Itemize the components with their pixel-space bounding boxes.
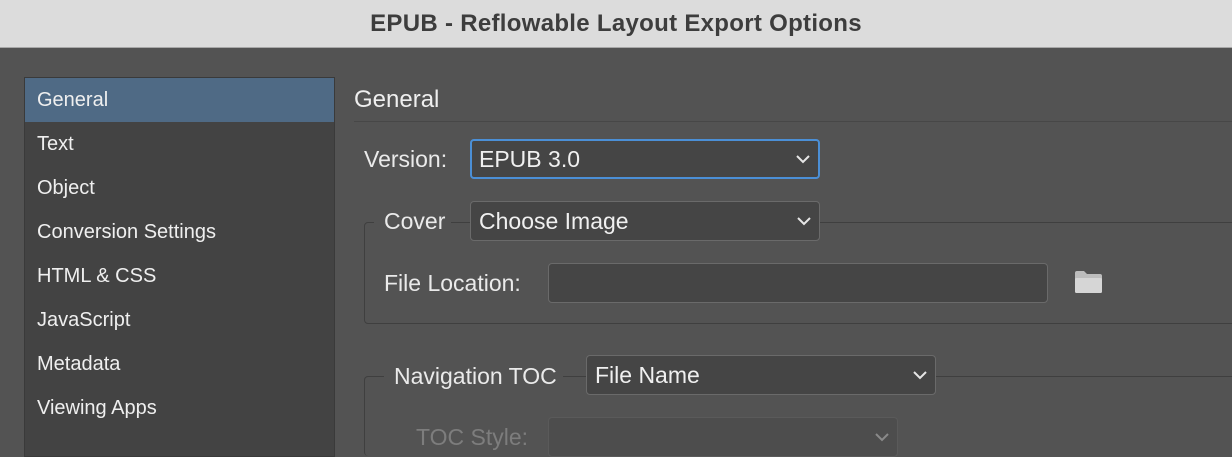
sidebar-item-general[interactable]: General bbox=[25, 78, 334, 122]
sidebar-item-label: Metadata bbox=[37, 352, 121, 375]
sidebar-item-javascript[interactable]: JavaScript bbox=[25, 298, 334, 342]
cover-select-value: Choose Image bbox=[479, 207, 629, 234]
folder-icon[interactable] bbox=[1074, 270, 1103, 294]
navigation-toc-select[interactable]: File Name bbox=[586, 355, 936, 395]
sidebar-item-label: Viewing Apps bbox=[37, 396, 157, 419]
sidebar-item-label: Object bbox=[37, 176, 95, 199]
sidebar-item-object[interactable]: Object bbox=[25, 166, 334, 210]
chevron-down-icon bbox=[905, 370, 935, 380]
sidebar-item-label: JavaScript bbox=[37, 308, 131, 331]
navigation-toc-select-value: File Name bbox=[595, 361, 700, 388]
file-location-label: File Location: bbox=[384, 270, 521, 296]
title-bar: EPUB - Reflowable Layout Export Options bbox=[0, 0, 1232, 48]
cover-select[interactable]: Choose Image bbox=[470, 201, 820, 241]
version-select[interactable]: EPUB 3.0 bbox=[470, 139, 820, 179]
section-title: General bbox=[354, 86, 440, 113]
navigation-toc-label: Navigation TOC bbox=[384, 363, 563, 390]
sidebar-item-label: Text bbox=[37, 132, 74, 155]
sidebar-item-label: Conversion Settings bbox=[37, 220, 216, 243]
sidebar-item-label: HTML & CSS bbox=[37, 264, 157, 287]
sidebar-item-viewing-apps[interactable]: Viewing Apps bbox=[25, 386, 334, 430]
toc-style-select[interactable] bbox=[548, 417, 898, 457]
version-select-value: EPUB 3.0 bbox=[479, 145, 580, 172]
version-label: Version: bbox=[364, 146, 448, 172]
chevron-down-icon bbox=[789, 216, 819, 226]
cover-label: Cover bbox=[374, 208, 452, 235]
chevron-down-icon bbox=[867, 432, 897, 442]
section-divider bbox=[354, 121, 1232, 122]
chevron-down-icon bbox=[788, 154, 818, 164]
sidebar-item-label: General bbox=[37, 88, 109, 111]
window-title: EPUB - Reflowable Layout Export Options bbox=[370, 9, 862, 37]
sidebar-item-metadata[interactable]: Metadata bbox=[25, 342, 334, 386]
category-sidebar: General Text Object Conversion Settings … bbox=[24, 77, 335, 457]
toc-style-label: TOC Style: bbox=[416, 424, 529, 450]
sidebar-item-conversion-settings[interactable]: Conversion Settings bbox=[25, 210, 334, 254]
sidebar-item-html-css[interactable]: HTML & CSS bbox=[25, 254, 334, 298]
sidebar-item-text[interactable]: Text bbox=[25, 122, 334, 166]
file-location-input[interactable] bbox=[548, 263, 1048, 303]
